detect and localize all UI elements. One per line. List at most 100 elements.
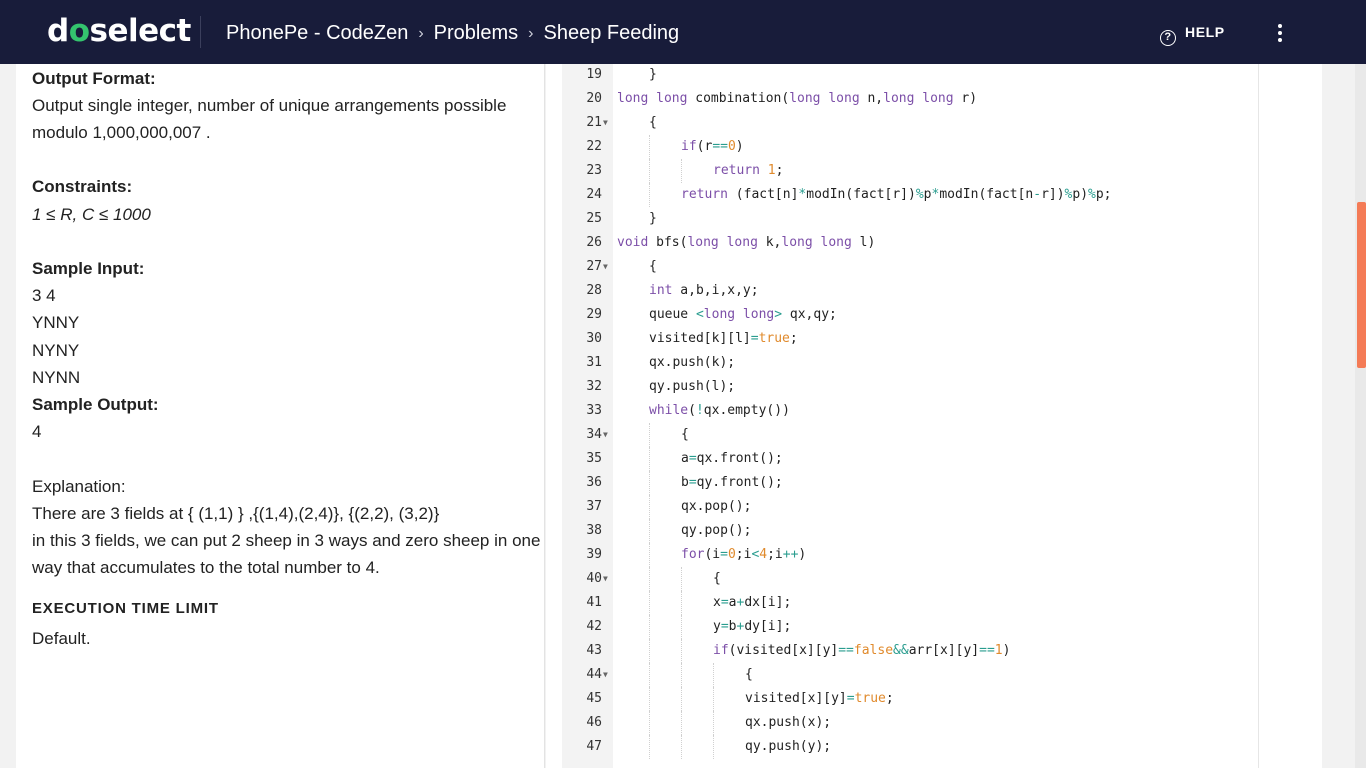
line-number: 38 [586,523,602,538]
code-token: for [681,547,705,562]
code-token: > [774,307,783,322]
code-token: if [681,139,697,154]
code-token: int [649,283,673,298]
code-token: - [1033,187,1042,202]
code-token: if [713,643,729,658]
code-line[interactable]: 44 ▼ { [546,663,1306,687]
line-number: 36 [586,475,602,490]
code-line[interactable]: 33 while(!qx.empty()) [546,399,1306,423]
code-token: { [649,115,657,130]
code-token: ) [1002,643,1011,658]
code-line[interactable]: 36 b=qy.front(); [546,471,1306,495]
code-text: queue <long long> qx,qy; [649,303,837,327]
code-line[interactable]: 41 x=a+dx[i]; [546,591,1306,615]
help-button[interactable]: ? HELP [1160,23,1225,46]
line-number: 21 [586,115,602,130]
code-line[interactable]: 42 y=b+dy[i]; [546,615,1306,639]
code-line[interactable]: 22 if(r==0) [546,135,1306,159]
code-token: x [713,595,721,610]
line-number: 22 [586,139,602,154]
indent-guide [681,615,682,639]
code-line[interactable]: 38 qy.pop(); [546,519,1306,543]
line-number: 47 [586,739,602,754]
code-line[interactable]: 45 visited[x][y]=true; [546,687,1306,711]
indent-guide [649,495,650,519]
code-line[interactable]: 28 int a,b,i,x,y; [546,279,1306,303]
code-text: qx.push(k); [649,351,735,375]
code-line[interactable]: 34 ▼ { [546,423,1306,447]
scrollbar-thumb[interactable] [1357,202,1366,368]
indent-guide [649,471,650,495]
indent-guide [713,663,714,687]
fold-arrow-icon[interactable]: ▼ [603,255,608,279]
code-token: modIn(fact[r]) [806,187,916,202]
indent-guide [649,519,650,543]
code-line[interactable]: 43 if(visited[x][y]==false&&arr[x][y]==1) [546,639,1306,663]
code-line[interactable]: 29 queue <long long> qx,qy; [546,303,1306,327]
code-token: { [745,667,753,682]
page-scrollbar[interactable] [1355,64,1366,768]
code-token: n, [859,91,884,106]
code-text: for(i=0;i<4;i++) [681,543,806,567]
code-line[interactable]: 39 for(i=0;i<4;i++) [546,543,1306,567]
code-line[interactable]: 31 qx.push(k); [546,351,1306,375]
indent-guide [681,711,682,735]
code-token: long long [781,235,852,250]
code-token: false [853,643,894,658]
code-line[interactable]: 37 qx.pop(); [546,495,1306,519]
code-line[interactable]: 35 a=qx.front(); [546,447,1306,471]
code-line[interactable]: 32 qy.push(l); [546,375,1306,399]
fold-arrow-icon[interactable]: ▼ [603,567,608,591]
code-line[interactable]: 47 qy.push(y); [546,735,1306,759]
code-token: { [649,259,657,274]
code-line[interactable]: 46 qx.push(x); [546,711,1306,735]
line-number: 34 [586,427,602,442]
code-line[interactable]: 23 return 1; [546,159,1306,183]
code-line[interactable]: 26 void bfs(long long k,long long l) [546,231,1306,255]
code-line[interactable]: 30 visited[k][l]=true; [546,327,1306,351]
fold-arrow-icon[interactable]: ▼ [603,423,608,447]
more-menu-icon[interactable] [1278,24,1286,42]
breadcrumb: PhonePe - CodeZen › Problems › Sheep Feeding [226,20,679,48]
code-line[interactable]: 40 ▼ { [546,567,1306,591]
code-token: = [720,619,729,634]
indent-guide [713,687,714,711]
code-token: = [720,547,728,562]
problem-description-panel: Output Format: Output single integer, nu… [16,64,545,768]
code-token: ; [789,331,798,346]
line-number: 20 [586,91,602,106]
code-token: y [713,619,721,634]
code-token: b [681,475,689,490]
code-line[interactable]: 25} [546,207,1306,231]
code-line[interactable]: 24 return (fact[n]*modIn(fact[r])%p*modIn… [546,183,1306,207]
code-text: qy.pop(); [681,519,751,543]
indent-guide [649,183,650,207]
code-text: x=a+dx[i]; [713,591,791,615]
code-line[interactable]: 20 long long combination(long long n,long… [546,87,1306,111]
code-token: combination( [687,91,790,106]
line-number: 43 [586,643,602,658]
code-line[interactable]: 21 ▼ { [546,111,1306,135]
code-token: = [720,595,729,610]
doselect-logo[interactable]: doselect [47,12,191,50]
breadcrumb-contest[interactable]: PhonePe - CodeZen [226,20,408,46]
code-text: b=qy.front(); [681,471,783,495]
output-format-title: Output Format: [32,69,156,88]
indent-guide [681,639,682,663]
fold-arrow-icon[interactable]: ▼ [603,663,608,687]
line-number: 28 [586,283,602,298]
breadcrumb-current-problem: Sheep Feeding [543,22,680,44]
code-line[interactable]: 19} [546,63,1306,87]
execution-time-limit-title: EXECUTION TIME LIMIT [32,600,219,617]
code-token: p; [1095,187,1112,202]
code-text: { [649,255,657,279]
code-token: a,b,i,x,y; [672,283,759,298]
line-number: 45 [586,691,602,706]
help-label: HELP [1185,24,1225,40]
line-number: 30 [586,331,602,346]
fold-arrow-icon[interactable]: ▼ [603,111,608,135]
code-line[interactable]: 27 ▼ { [546,255,1306,279]
breadcrumb-problems[interactable]: Problems [434,20,518,46]
code-token: return [713,163,760,178]
